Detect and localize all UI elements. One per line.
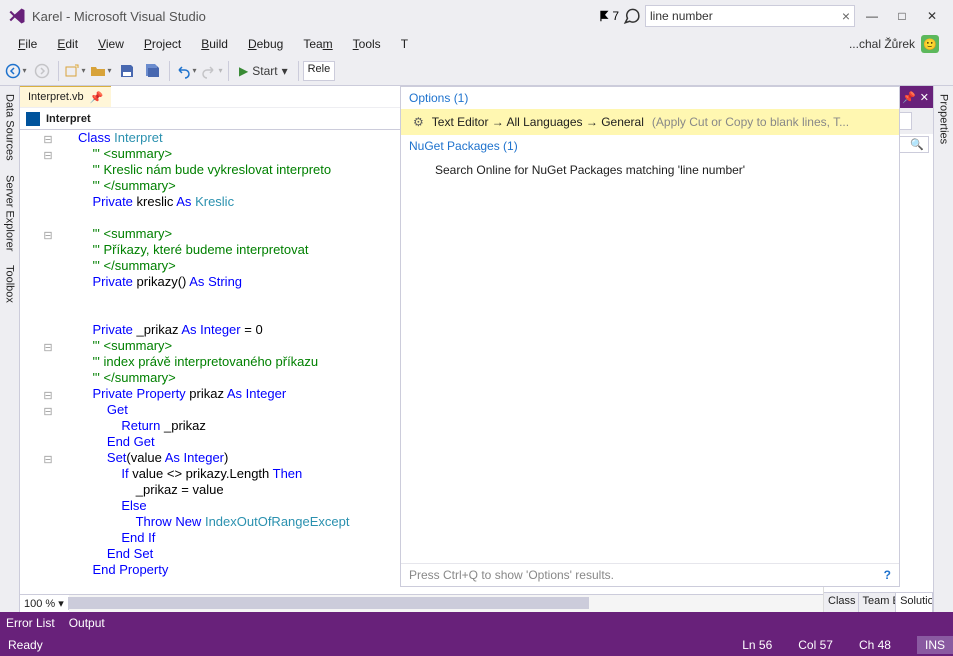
start-label: Start: [252, 64, 277, 78]
gear-icon: ⚙: [413, 115, 424, 129]
tab-data-sources[interactable]: Data Sources: [2, 88, 18, 167]
undo-button[interactable]: ▾: [174, 59, 198, 83]
status-line: Ln 56: [742, 638, 772, 652]
tab-server-explorer[interactable]: Server Explorer: [2, 169, 18, 257]
left-autohide-tabs: Data Sources Server Explorer Toolbox: [0, 86, 20, 612]
menu-test[interactable]: T: [391, 35, 418, 53]
back-button[interactable]: ▾: [4, 59, 28, 83]
maximize-button[interactable]: □: [889, 5, 915, 27]
ql-option-extra: (Apply Cut or Copy to blank lines, T...: [652, 115, 849, 129]
save-button[interactable]: [115, 59, 139, 83]
flag-count: 7: [612, 9, 619, 23]
ql-option-item[interactable]: ⚙ Text Editor → All Languages → General …: [401, 109, 899, 135]
start-debug-button[interactable]: ▶ Start ▾: [233, 59, 294, 83]
outline-gutter[interactable]: ⊟⊟ ⊟ ⊟ ⊟⊟ ⊟: [20, 130, 76, 594]
rp-close-icon[interactable]: ✕: [920, 91, 929, 104]
doc-tab-label: Interpret.vb: [28, 91, 84, 103]
app-title: Karel - Microsoft Visual Studio: [32, 9, 206, 24]
nav-class-label: Interpret: [46, 113, 91, 125]
status-ready: Ready: [8, 638, 43, 652]
ql-nuget-item[interactable]: Search Online for NuGet Packages matchin…: [401, 157, 899, 183]
play-icon: ▶: [239, 64, 248, 78]
tab-error-list[interactable]: Error List: [6, 616, 55, 630]
avatar: 🙂: [921, 35, 939, 53]
toolbar: ▾ ▾ ▾ ▾ ▾ ▶ Start ▾ Rele: [0, 56, 953, 86]
quick-launch-results: Options (1) ⚙ Text Editor → All Language…: [400, 86, 900, 587]
ql-nuget-header[interactable]: NuGet Packages (1): [401, 135, 899, 157]
menu-view[interactable]: View: [88, 35, 134, 53]
right-autohide-tabs: Properties: [933, 86, 953, 612]
rp-pin-icon[interactable]: 📌: [902, 91, 916, 104]
save-all-button[interactable]: [141, 59, 165, 83]
feedback-icon[interactable]: [623, 7, 641, 25]
quick-launch-search[interactable]: ×: [645, 5, 855, 27]
tab-properties[interactable]: Properties: [936, 88, 952, 150]
status-col: Col 57: [798, 638, 833, 652]
rp-tab-solution[interactable]: Solution E...: [896, 593, 933, 612]
minimize-button[interactable]: —: [859, 5, 885, 27]
new-project-button[interactable]: ▾: [63, 59, 87, 83]
forward-button: [30, 59, 54, 83]
rp-tab-classview[interactable]: Class View: [824, 593, 859, 612]
titlebar: Karel - Microsoft Visual Studio 7 × — □ …: [0, 0, 953, 32]
rp-tab-team[interactable]: Team Expl...: [859, 593, 897, 612]
user-name: ...chal Žůrek: [849, 37, 915, 51]
menu-tools[interactable]: Tools: [343, 35, 391, 53]
close-button[interactable]: ✕: [919, 5, 945, 27]
status-bar: Ready Ln 56 Col 57 Ch 48 INS: [0, 634, 953, 656]
ql-hint-text: Press Ctrl+Q to show 'Options' results.: [409, 568, 614, 582]
editor-footer: 100 % ▾: [20, 594, 823, 612]
search-clear-icon[interactable]: ×: [842, 8, 850, 24]
horizontal-scrollbar[interactable]: [69, 595, 823, 612]
search-icon: 🔍: [910, 138, 924, 151]
redo-button[interactable]: ▾: [200, 59, 224, 83]
tab-output[interactable]: Output: [69, 616, 105, 630]
menu-file[interactable]: File: [8, 35, 47, 53]
open-button[interactable]: ▾: [89, 59, 113, 83]
pin-icon[interactable]: 📌: [90, 91, 104, 104]
user-account[interactable]: ...chal Žůrek 🙂: [843, 33, 945, 55]
notifications-flag[interactable]: 7: [598, 9, 619, 23]
quick-launch-input[interactable]: [650, 9, 838, 23]
status-ch: Ch 48: [859, 638, 891, 652]
zoom-selector[interactable]: 100 % ▾: [20, 597, 69, 610]
ql-nuget-label: Search Online for NuGet Packages matchin…: [435, 163, 745, 177]
menubar: File Edit View Project Build Debug Team …: [0, 32, 953, 56]
config-selector[interactable]: Rele: [303, 61, 336, 81]
ql-options-header[interactable]: Options (1): [401, 87, 899, 109]
ql-option-label: Text Editor → All Languages → General: [432, 115, 644, 129]
menu-debug[interactable]: Debug: [238, 35, 293, 53]
bottom-tabs: Error List Output: [0, 612, 953, 634]
vs-logo-icon: [8, 7, 26, 25]
menu-edit[interactable]: Edit: [47, 35, 88, 53]
tab-toolbox[interactable]: Toolbox: [2, 259, 18, 309]
menu-team[interactable]: Team: [293, 35, 342, 53]
menu-build[interactable]: Build: [191, 35, 238, 53]
vb-file-icon: [26, 112, 40, 126]
rp-tabs: Class View Team Expl... Solution E...: [824, 592, 933, 612]
status-ins[interactable]: INS: [917, 636, 953, 654]
ql-help-icon[interactable]: ?: [884, 568, 891, 582]
document-tab[interactable]: Interpret.vb 📌: [20, 86, 111, 107]
menu-project[interactable]: Project: [134, 35, 191, 53]
ql-hint-row: Press Ctrl+Q to show 'Options' results. …: [401, 563, 899, 586]
